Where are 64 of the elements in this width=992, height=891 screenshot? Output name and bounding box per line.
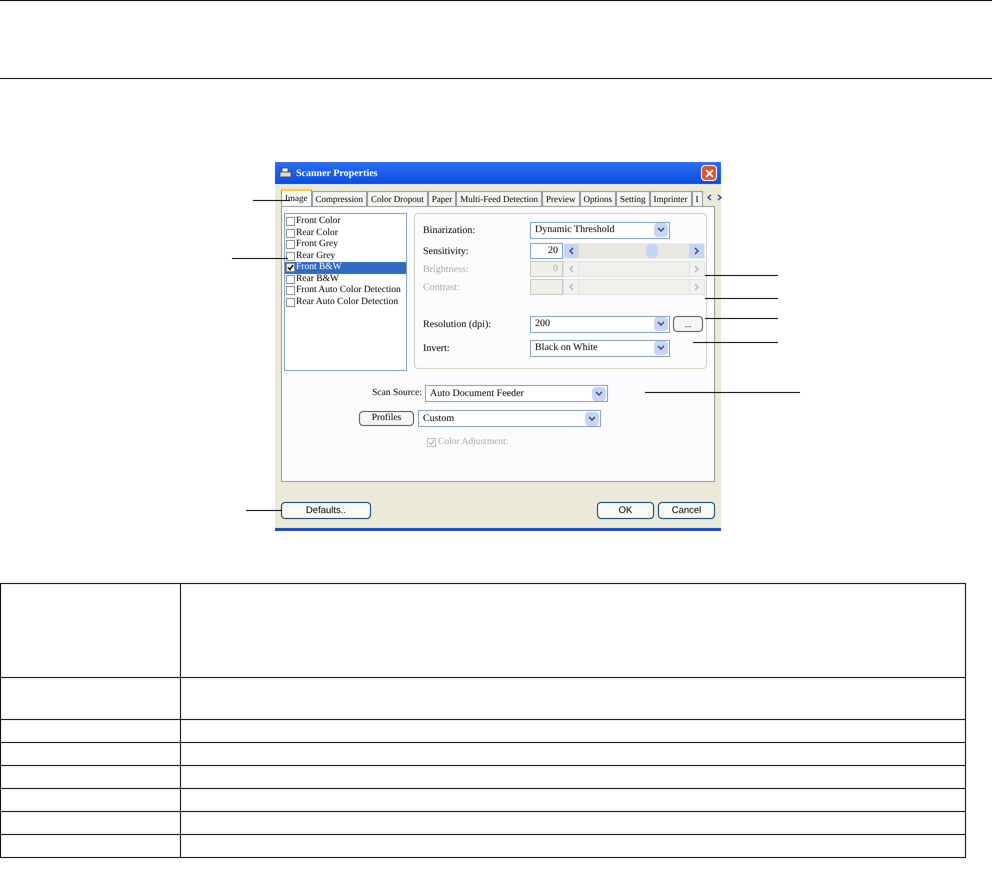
dialog-button[interactable]: Cancel (658, 502, 715, 519)
tab[interactable]: Preview (542, 191, 580, 206)
close-button[interactable] (701, 165, 717, 181)
window-title: Scanner Properties (296, 166, 378, 180)
value-field[interactable]: 20 (530, 243, 563, 259)
setting-label: Sensitivity: (423, 244, 470, 258)
dropdown-arrow-icon[interactable] (592, 386, 606, 400)
dropdown-arrow-icon[interactable] (654, 341, 668, 355)
checkbox[interactable] (286, 228, 295, 238)
setting-label: Resolution (dpi): (423, 318, 492, 332)
list-item[interactable]: Rear Auto Color Detection (285, 296, 406, 308)
tab[interactable]: I (692, 191, 703, 206)
dropdown-arrow-icon[interactable] (654, 317, 668, 331)
value-text: 20 (548, 246, 558, 256)
color-adjustment-label: Color Adjustment: (438, 436, 508, 449)
checkbox[interactable] (286, 286, 295, 296)
leader-line (232, 258, 288, 259)
dialog-button[interactable]: OK (597, 502, 654, 519)
slider-thumb[interactable] (646, 244, 658, 258)
checkbox[interactable] (286, 263, 295, 272)
setting-label: Invert: (423, 342, 451, 356)
tab[interactable]: Compression (312, 191, 368, 206)
more-button[interactable]: ... (673, 316, 703, 332)
dropdown-field[interactable]: Dynamic Threshold (530, 222, 670, 238)
dropdown-value: Dynamic Threshold (535, 225, 615, 235)
tab[interactable]: Multi-Feed Detection (456, 191, 542, 206)
tab[interactable]: Setting (616, 191, 650, 206)
list-item[interactable]: Rear Color (285, 228, 406, 239)
dropdown-value: 200 (535, 319, 550, 329)
dropdown-field[interactable]: Black on White (530, 340, 670, 356)
list-item[interactable]: Front Color (285, 216, 406, 228)
dropdown-field[interactable]: Custom (418, 410, 601, 427)
checkbox[interactable] (286, 217, 295, 226)
checkbox[interactable] (286, 274, 295, 284)
dropdown-field[interactable]: Auto Document Feeder (425, 385, 608, 402)
setting-label: Contrast: (423, 280, 461, 294)
value-text: 0 (553, 264, 558, 274)
tab[interactable]: Color Dropout (367, 191, 428, 206)
dropdown-value: Custom (423, 414, 454, 424)
dropdown-value: Black on White (535, 343, 598, 353)
scan-source-label: Scan Source: (371, 387, 423, 400)
dropdown-arrow-icon[interactable] (585, 412, 599, 426)
scanner-icon (279, 167, 292, 179)
checkbox[interactable] (286, 298, 295, 307)
list-item[interactable]: Front Grey (285, 239, 406, 250)
setting-label: Binarization: (423, 224, 476, 238)
checkbox[interactable] (286, 252, 295, 261)
list-item[interactable]: Rear B&W (285, 274, 406, 285)
dropdown-field[interactable]: 200 (530, 316, 670, 332)
checkbox[interactable] (286, 240, 295, 250)
leader-line (246, 510, 282, 511)
close-icon (704, 168, 714, 178)
tab[interactable]: Options (580, 191, 616, 206)
tab[interactable]: Paper (428, 191, 456, 206)
list-item[interactable]: Front Auto Color Detection (285, 285, 406, 296)
dropdown-value: Auto Document Feeder (430, 388, 524, 398)
tab[interactable]: Imprinter (650, 191, 692, 206)
setting-label: Brightness: (423, 262, 470, 276)
profiles-button[interactable]: Profiles (359, 411, 414, 426)
dropdown-arrow-icon[interactable] (654, 223, 668, 237)
list-item[interactable]: Rear Grey (285, 250, 406, 262)
list-item[interactable]: Front B&W (285, 262, 406, 274)
leader-line (253, 200, 290, 201)
dialog-button[interactable]: Defaults.. (281, 502, 371, 519)
